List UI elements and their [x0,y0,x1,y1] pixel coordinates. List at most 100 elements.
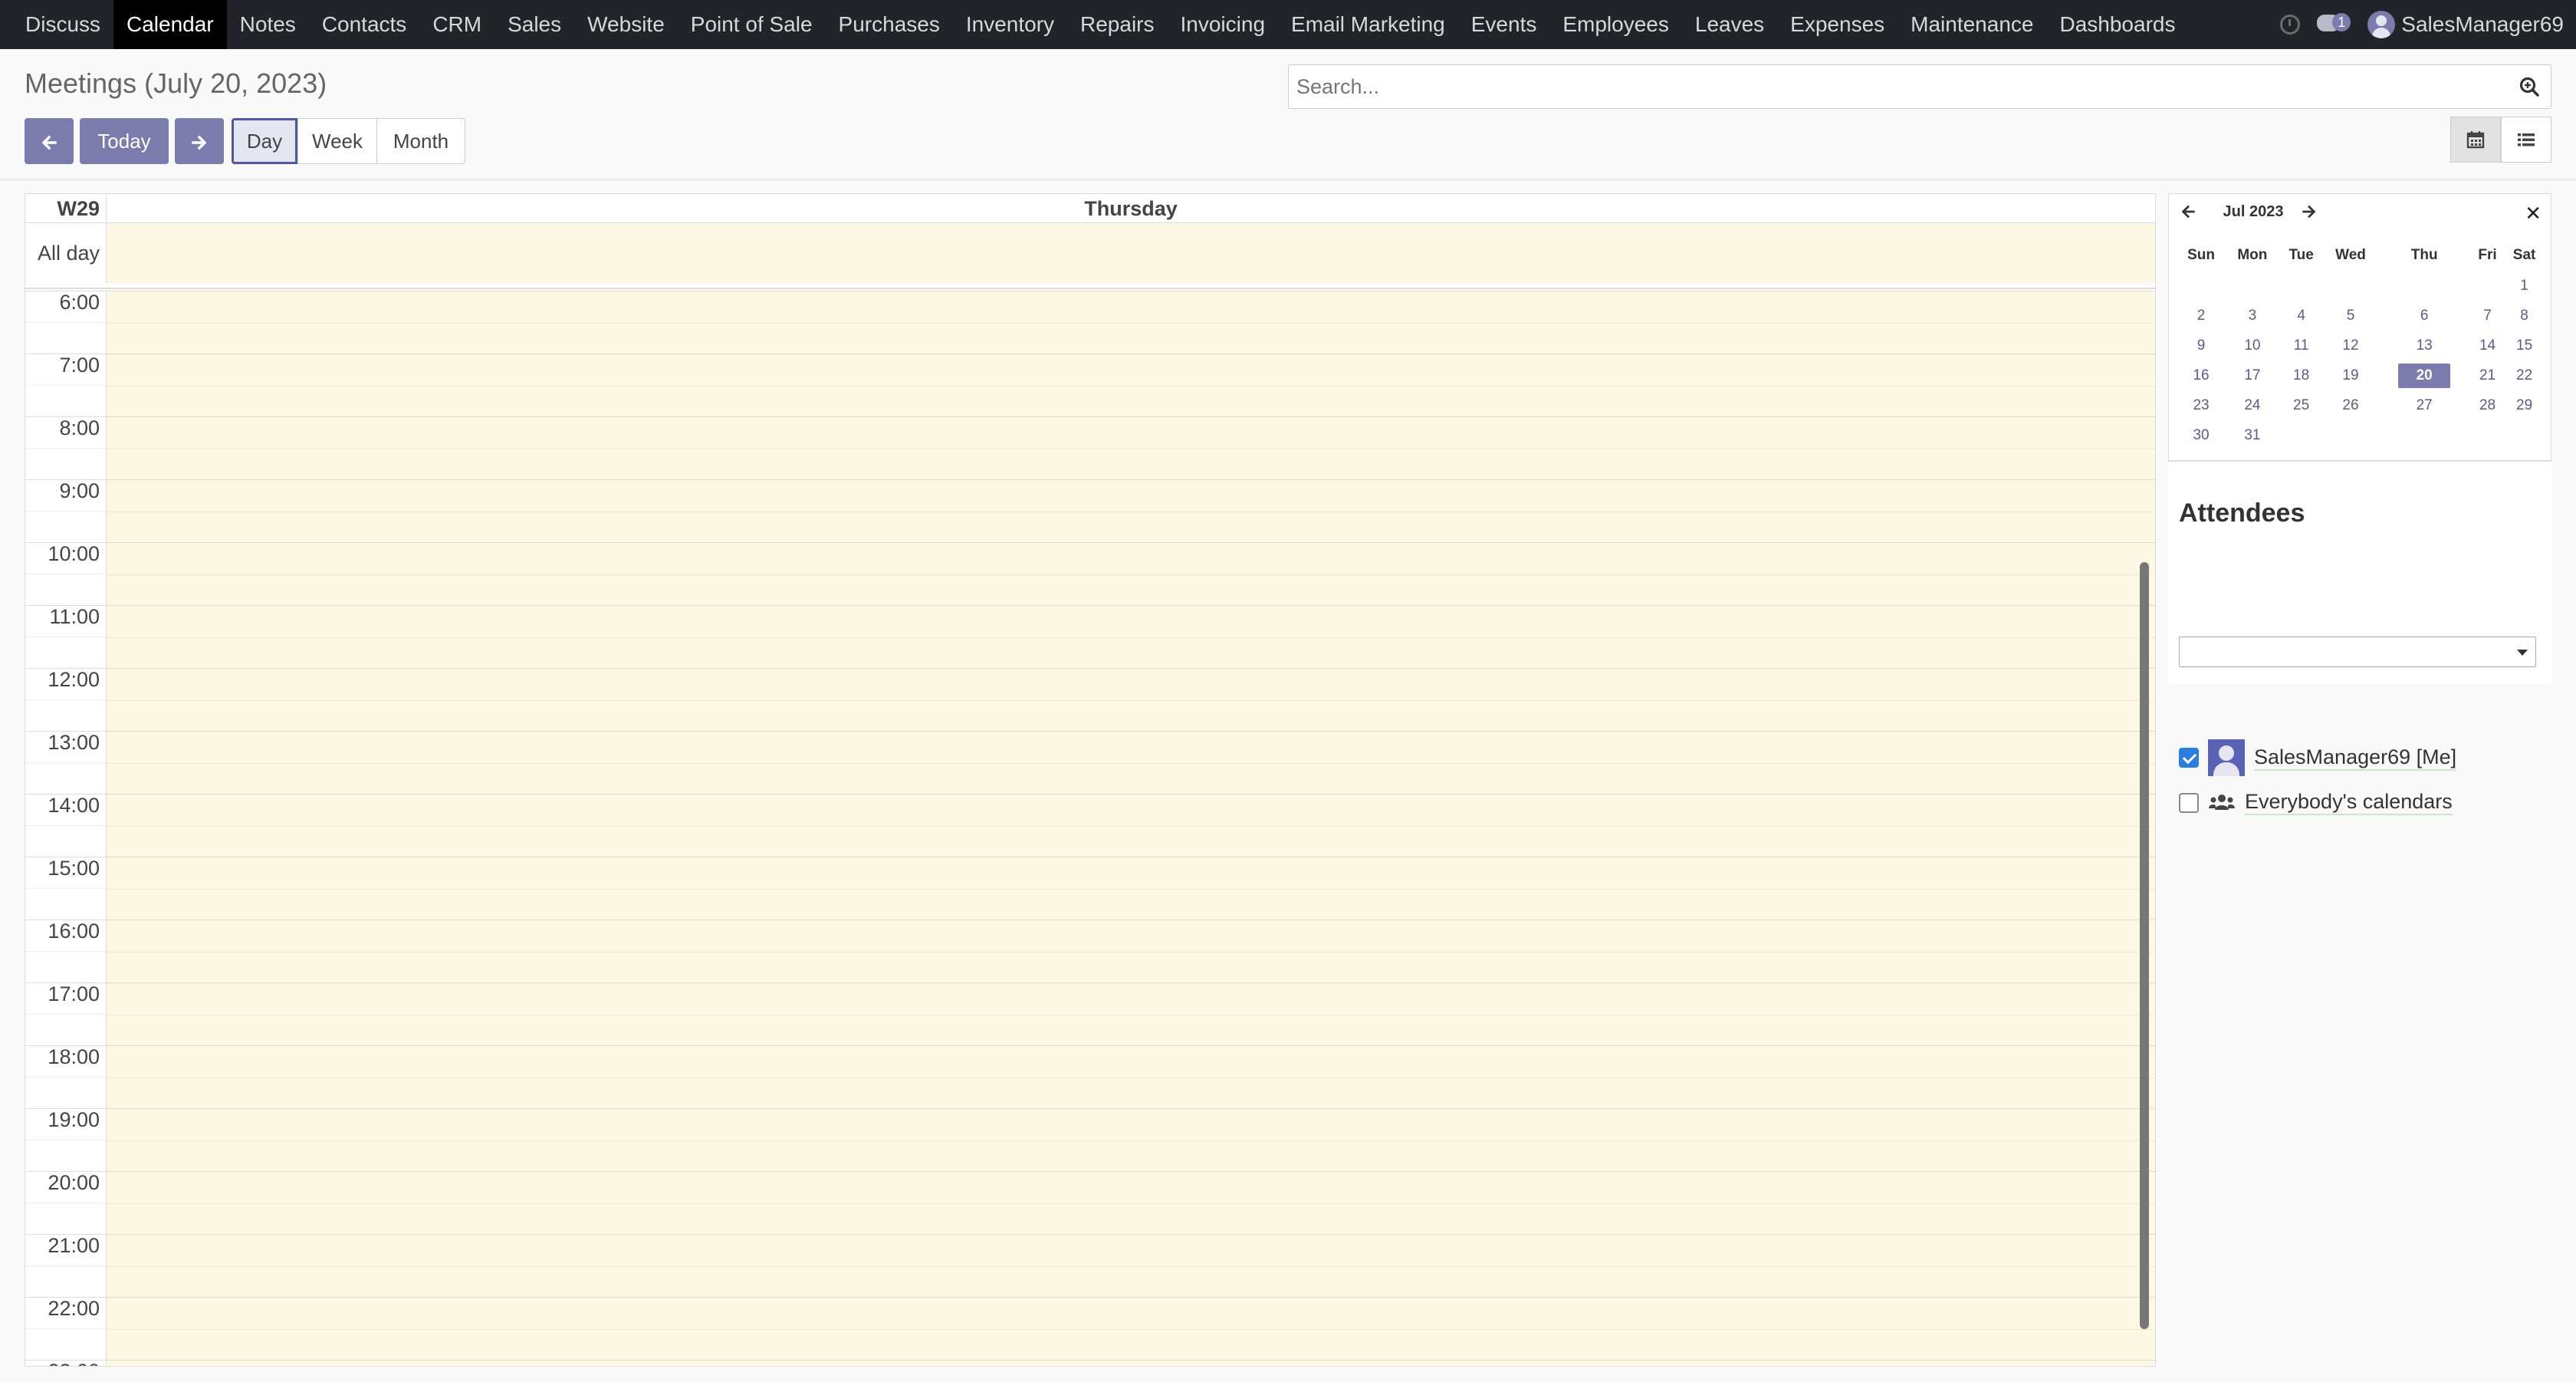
day-cell[interactable]: 26 [2324,390,2378,420]
time-slot-cell[interactable] [107,1234,2155,1297]
day-cell[interactable]: 10 [2226,331,2279,360]
day-cell[interactable]: 15 [2504,331,2545,360]
everybody-label[interactable]: Everybody's calendars [2245,790,2453,815]
nav-item-crm[interactable]: CRM [419,0,495,49]
time-slot-cell[interactable] [107,1108,2155,1171]
day-cell[interactable]: 17 [2226,360,2279,390]
time-slot-cell[interactable] [107,982,2155,1045]
day-cell[interactable]: 4 [2279,301,2324,331]
day-cell[interactable]: 27 [2377,390,2470,420]
day-cell[interactable]: 14 [2471,331,2504,360]
week-scale-button[interactable]: Week [297,118,377,164]
day-scale-button[interactable]: Day [232,118,297,164]
day-cell[interactable]: 7 [2471,301,2504,331]
time-slot-row: 16:00 [25,920,2155,982]
add-attendee-select[interactable] [2179,637,2536,667]
day-cell[interactable]: 9 [2177,331,2226,360]
time-slot-cell[interactable] [107,1360,2155,1366]
time-slot-cell[interactable] [107,416,2155,479]
nav-item-website[interactable]: Website [574,0,678,49]
nav-item-point-of-sale[interactable]: Point of Sale [678,0,826,49]
messages-icon[interactable]: 1 [2317,13,2351,36]
attendee-me: SalesManager69 [Me] [2179,739,2457,776]
activity-clock-icon[interactable] [2280,15,2301,35]
calendar-scrollbar[interactable] [2140,562,2149,1329]
day-cell[interactable]: 31 [2226,420,2279,450]
day-cell[interactable]: 13 [2377,331,2470,360]
time-slot-label: 9:00 [25,479,107,542]
selected-day-cell[interactable]: 20 [2377,360,2470,390]
calendar-view-button[interactable] [2450,117,2501,163]
calendar-sidebar: Jul 2023 ✕ Sun Mon Tue Wed Thu Fri Sat 1 2 3 4 5 6 7 8… [2168,193,2551,815]
time-slot-row: 10:00 [25,542,2155,605]
time-slot-cell[interactable] [107,1045,2155,1108]
day-cell[interactable]: 5 [2324,301,2378,331]
nav-item-contacts[interactable]: Contacts [309,0,420,49]
day-cell[interactable]: 11 [2279,331,2324,360]
day-cell[interactable]: 6 [2377,301,2470,331]
time-slot-cell[interactable] [107,291,2155,354]
nav-item-repairs[interactable]: Repairs [1067,0,1167,49]
today-button[interactable]: Today [80,118,169,164]
nav-item-calendar[interactable]: Calendar [113,0,227,49]
month-scale-button[interactable]: Month [376,118,465,164]
search-input[interactable] [1289,65,2485,108]
day-cell[interactable]: 30 [2177,420,2226,450]
nav-item-leaves[interactable]: Leaves [1682,0,1777,49]
day-cell[interactable]: 21 [2471,360,2504,390]
nav-item-employees[interactable]: Employees [1549,0,1682,49]
nav-item-dashboards[interactable]: Dashboards [2046,0,2188,49]
time-slot-cell[interactable] [107,668,2155,731]
time-slot-cell[interactable] [107,542,2155,605]
nav-item-purchases[interactable]: Purchases [826,0,953,49]
nav-item-email-marketing[interactable]: Email Marketing [1278,0,1458,49]
day-cell[interactable]: 22 [2504,360,2545,390]
time-slot-cell[interactable] [107,731,2155,794]
day-cell[interactable]: 25 [2279,390,2324,420]
day-cell[interactable]: 19 [2324,360,2378,390]
time-slot-cell[interactable] [107,857,2155,920]
nav-item-sales[interactable]: Sales [495,0,574,49]
day-cell[interactable]: 24 [2226,390,2279,420]
mini-next-month-icon[interactable] [2301,203,2318,220]
day-cell[interactable]: 28 [2471,390,2504,420]
close-icon[interactable]: ✕ [2525,202,2542,225]
day-cell[interactable]: 2 [2177,301,2226,331]
day-number: 4 [2297,307,2305,324]
nav-item-events[interactable]: Events [1458,0,1550,49]
day-cell[interactable]: 16 [2177,360,2226,390]
attendee-everybody: Everybody's calendars [2179,790,2453,815]
all-day-cell[interactable] [107,223,2155,283]
time-slot-cell[interactable] [107,354,2155,416]
search-icon[interactable] [2518,76,2540,97]
day-cell[interactable]: 23 [2177,390,2226,420]
previous-button[interactable] [25,118,74,164]
time-slot-cell[interactable] [107,794,2155,857]
time-slot-cell[interactable] [107,1171,2155,1234]
day-cell[interactable]: 1 [2504,271,2545,301]
mini-prev-month-icon[interactable] [2180,203,2196,220]
nav-item-maintenance[interactable]: Maintenance [1898,0,2046,49]
time-slot-cell[interactable] [107,920,2155,982]
attendee-me-label[interactable]: SalesManager69 [Me] [2254,745,2457,771]
time-slot-cell[interactable] [107,479,2155,542]
day-number: 30 [2193,426,2210,443]
next-button[interactable] [175,118,224,164]
day-cell[interactable]: 3 [2226,301,2279,331]
nav-item-notes[interactable]: Notes [227,0,309,49]
half-hour-line [107,889,2155,890]
nav-item-discuss[interactable]: Discuss [12,0,113,49]
attendee-me-checkbox[interactable] [2179,748,2199,768]
nav-item-invoicing[interactable]: Invoicing [1168,0,1279,49]
day-cell[interactable]: 8 [2504,301,2545,331]
everybody-checkbox[interactable] [2179,792,2199,813]
list-view-button[interactable] [2501,117,2551,163]
nav-item-expenses[interactable]: Expenses [1777,0,1898,49]
nav-item-inventory[interactable]: Inventory [953,0,1067,49]
time-slot-cell[interactable] [107,1297,2155,1360]
user-menu[interactable]: SalesManager69 [2367,11,2564,38]
time-slot-cell[interactable] [107,605,2155,668]
day-cell[interactable]: 12 [2324,331,2378,360]
day-cell[interactable]: 29 [2504,390,2545,420]
day-cell[interactable]: 18 [2279,360,2324,390]
